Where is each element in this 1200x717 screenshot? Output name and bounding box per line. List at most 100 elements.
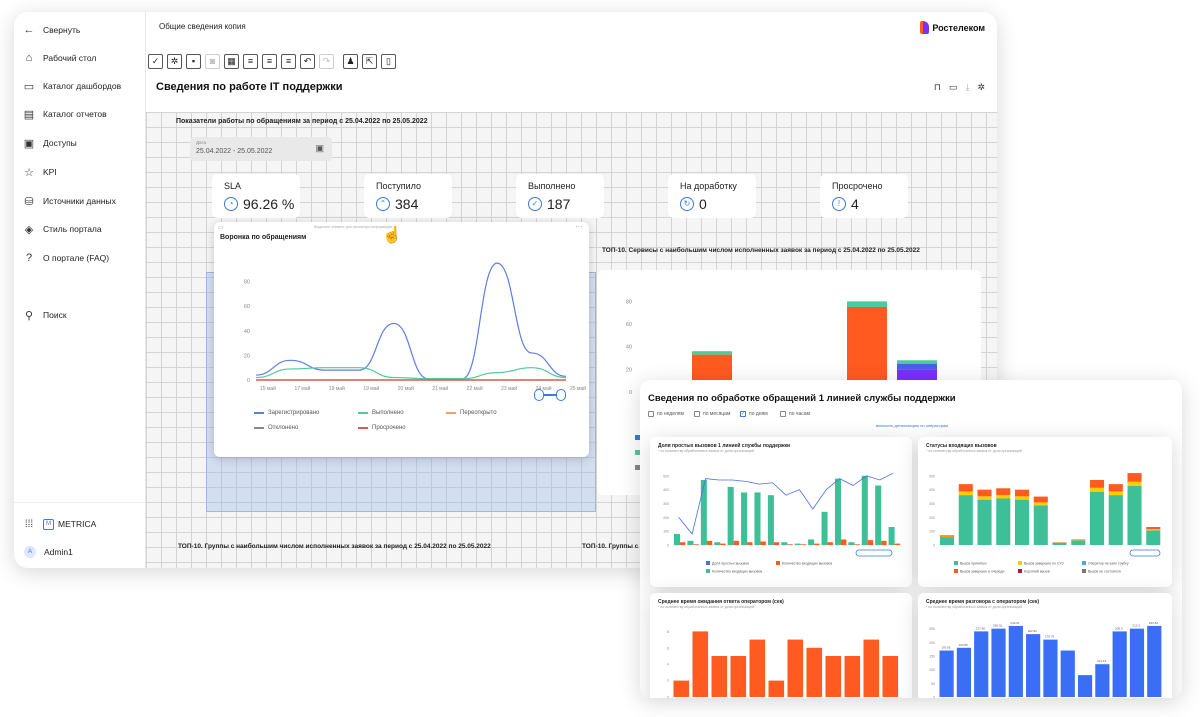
y-tick-label: 6 (667, 646, 669, 650)
user-menu[interactable]: A Admin1 (20, 542, 73, 562)
gear-icon: ✲ (170, 56, 179, 66)
bar (1112, 631, 1127, 697)
legend-label: Количество входящих вызовов (712, 570, 762, 574)
bar (1095, 664, 1110, 697)
data-label: 256.91 (993, 624, 1003, 628)
y-tick-label: 300 (929, 502, 935, 506)
bar-accepted (1146, 530, 1161, 545)
comment-icon[interactable]: ▭ (949, 82, 958, 93)
sidebar-item-access[interactable]: ▣ Доступы (20, 133, 77, 153)
database-icon: ⛁ (24, 195, 34, 208)
data-label: 194.85 (959, 643, 969, 647)
y-tick-label: 300 (663, 502, 669, 506)
legend-reopened[interactable]: Переоткрыто (446, 410, 497, 416)
sidebar-item-reports[interactable]: ▤ Каталог отчетов (20, 104, 107, 124)
mobile-view-button[interactable]: ▯ (381, 54, 396, 69)
bar (882, 656, 899, 697)
title-actions: ⊓ ▭ ⤓ ✲ (934, 82, 985, 93)
funnel-widget[interactable]: ▭ Выделите элемент для просмотра информа… (214, 222, 589, 457)
align-center-button[interactable]: ≡ (262, 54, 277, 69)
home-icon: ⌂ (25, 52, 33, 64)
legend-swatch (1082, 561, 1086, 565)
dashboard-icon: ▭ (23, 80, 35, 93)
bar-orange (706, 540, 713, 545)
x-tick-label: 15 май (260, 385, 276, 392)
page-title: Сведения по работе IT поддержки (156, 81, 343, 93)
y-tick-label: 0 (933, 544, 935, 548)
bar-accepted (1033, 505, 1048, 545)
bar-orange (894, 543, 900, 545)
legend-label: Количество входящих вызовов (782, 562, 832, 566)
grid-icon: ▦ (227, 56, 236, 66)
settings-toolbar-button[interactable]: ✲ (167, 54, 182, 69)
date-filter[interactable]: Дата 25.04.2022 - 25.05.2022 ▣ (190, 137, 332, 161)
stacked-bar-segment (847, 307, 887, 387)
data-label: 212.3 (1132, 624, 1140, 628)
checkbox-days[interactable]: ✓ по дням (740, 411, 768, 417)
gear-icon[interactable]: ✲ (977, 82, 985, 93)
kpi-card-overdue: Просрочено ! 4 (820, 174, 908, 218)
series-line-0 (255, 262, 567, 380)
legend-swatch (776, 561, 780, 565)
check-button[interactable]: ✓ (148, 54, 163, 69)
sidebar-item-faq[interactable]: ? О портале (FAQ) (20, 248, 109, 268)
slider-handle-left[interactable] (534, 389, 544, 401)
camera-button[interactable]: ◙ (205, 54, 220, 69)
legend-overdue[interactable]: Просрочено (358, 425, 406, 431)
sidebar-item-dashboards[interactable]: ▭ Каталог дашбордов (20, 76, 121, 96)
users-button[interactable]: ♟ (343, 54, 358, 69)
bar-teal (754, 492, 761, 545)
data-label: 170.95 (941, 646, 951, 650)
legend-done[interactable]: Выполнено (358, 410, 404, 416)
slider-handle-right[interactable] (556, 389, 566, 401)
bar-queue (1071, 539, 1086, 541)
lock-button[interactable]: ▪ (186, 54, 201, 69)
app-switcher[interactable]: ⁞⁞⁞ М METRICA (20, 514, 96, 534)
zoom-range-slider[interactable] (534, 389, 566, 401)
legend-registered[interactable]: Зарегистрировано (254, 410, 319, 416)
y-tick-label: 250 (929, 627, 935, 631)
export-icon: ⇱ (365, 56, 374, 66)
legend-rejected[interactable]: Отклонено (254, 425, 298, 431)
operator-detail-link[interactable]: включить детализацию по операторам (876, 423, 948, 428)
bar-suz (1127, 481, 1142, 487)
legend-swatch (1018, 561, 1022, 565)
align-right-button[interactable]: ≡ (281, 54, 296, 69)
undo-button[interactable]: ↶ (300, 54, 315, 69)
bar (1043, 639, 1058, 697)
bar (863, 639, 880, 697)
lock-icon: ▪ (191, 56, 196, 66)
y-tick-label: 150 (929, 655, 935, 659)
y-tick-label: 0 (667, 544, 669, 548)
bookmark-icon[interactable]: ⊓ (934, 82, 941, 93)
sidebar-search[interactable]: ⚲ Поиск (20, 305, 67, 325)
legend-label: Вызов не состоялся (1088, 570, 1121, 574)
grid-icon: ⁞⁞⁞ (24, 518, 34, 530)
y-tick-label: 40 (626, 345, 632, 351)
bar (1008, 625, 1023, 697)
data-label: 113.13 (1097, 659, 1106, 663)
sidebar-item-datasources[interactable]: ⛁ Источники данных (20, 191, 115, 211)
collapse-sidebar-button[interactable]: ← Свернуть (20, 20, 81, 40)
bar (1129, 628, 1145, 697)
bar (787, 639, 804, 697)
align-left-button[interactable]: ≡ (243, 54, 258, 69)
sidebar-item-style[interactable]: ◈ Стиль портала (20, 219, 102, 239)
bar-suz (996, 495, 1011, 499)
bar-accepted (1071, 540, 1086, 545)
legend-label: Вызов завершен в очереди (960, 570, 1004, 574)
x-tick-label: 22 май (467, 385, 483, 392)
bar-accepted (977, 499, 992, 545)
bar-orange (827, 542, 833, 545)
checkbox-months[interactable]: по месяцам (694, 411, 730, 417)
legend-swatch (954, 561, 958, 565)
redo-button[interactable]: ↷ (319, 54, 334, 69)
sidebar-item-desktop[interactable]: ⌂ Рабочий стол (20, 48, 97, 68)
checkbox-hours[interactable]: по часам (780, 411, 810, 417)
export-button[interactable]: ⇱ (362, 54, 377, 69)
checkbox-weeks[interactable]: по неделям (648, 411, 684, 417)
sidebar-item-kpi[interactable]: ☆ KPI (20, 162, 57, 182)
download-icon[interactable]: ⤓ (965, 82, 969, 93)
legend-swatch (954, 569, 958, 573)
grid-toggle-button[interactable]: ▦ (224, 54, 239, 69)
